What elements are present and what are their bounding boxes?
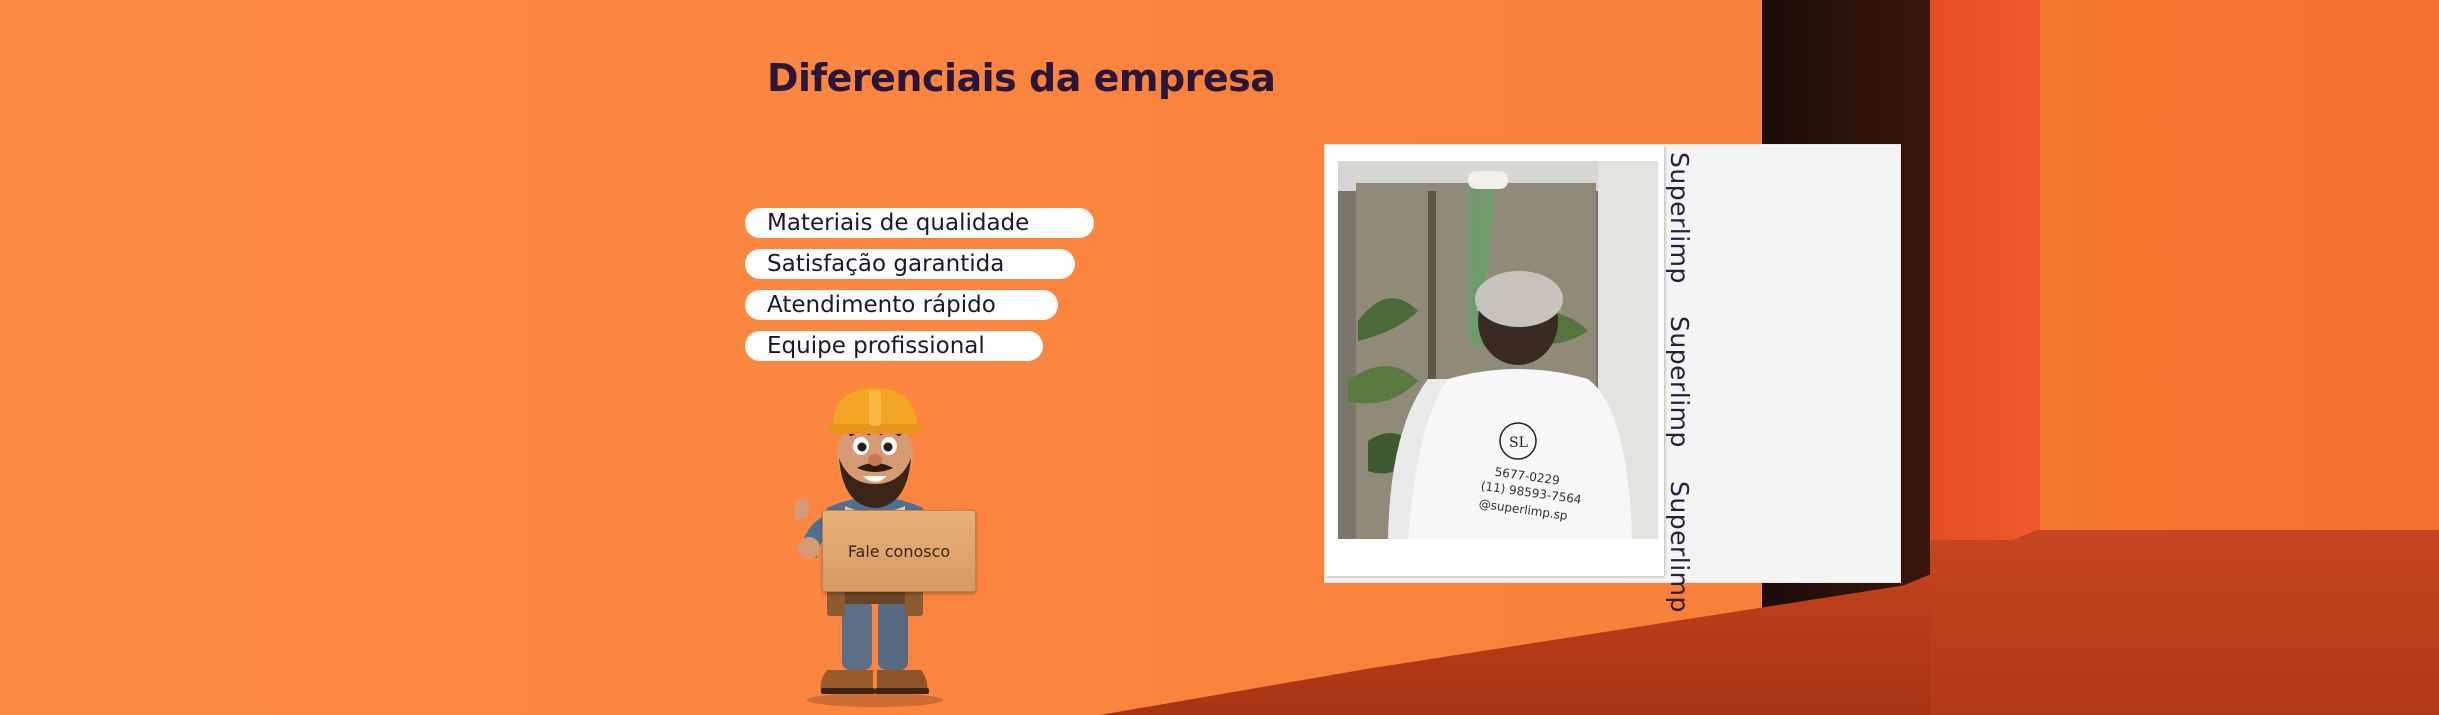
feature-pill-team: Equipe profissional bbox=[745, 331, 1043, 361]
brand-word-1: Superlimp bbox=[1665, 152, 1694, 284]
contact-sign-button[interactable]: Fale conosco bbox=[822, 510, 976, 592]
gallery-card: SL 5677-0229 (11) 98593-7564 @superlimp.… bbox=[1324, 144, 1901, 583]
brand-vertical-caption: Superlimp Superlimp Superlimp bbox=[1652, 152, 1694, 612]
feature-pill-satisfaction: Satisfação garantida bbox=[745, 249, 1075, 279]
worker-painting-photo[interactable]: SL 5677-0229 (11) 98593-7564 @superlimp.… bbox=[1338, 161, 1658, 539]
background-floor-right bbox=[1930, 540, 2439, 715]
shirt-monogram: SL bbox=[1509, 435, 1528, 451]
background-wall-side bbox=[1930, 0, 2040, 560]
section-title: Diferenciais da empresa bbox=[767, 56, 1276, 100]
photo-illustration: SL 5677-0229 (11) 98593-7564 @superlimp.… bbox=[1338, 161, 1658, 539]
brand-word-2: Superlimp bbox=[1665, 316, 1694, 449]
contact-sign-label: Fale conosco bbox=[847, 541, 951, 561]
background-wall-right bbox=[2040, 0, 2439, 590]
feature-pill-fast-service: Atendimento rápido bbox=[745, 290, 1058, 320]
feature-pill-quality: Materiais de qualidade bbox=[745, 208, 1094, 238]
brand-word-3: Superlimp bbox=[1665, 480, 1694, 613]
photo-frame: SL 5677-0229 (11) 98593-7564 @superlimp.… bbox=[1325, 145, 1664, 576]
